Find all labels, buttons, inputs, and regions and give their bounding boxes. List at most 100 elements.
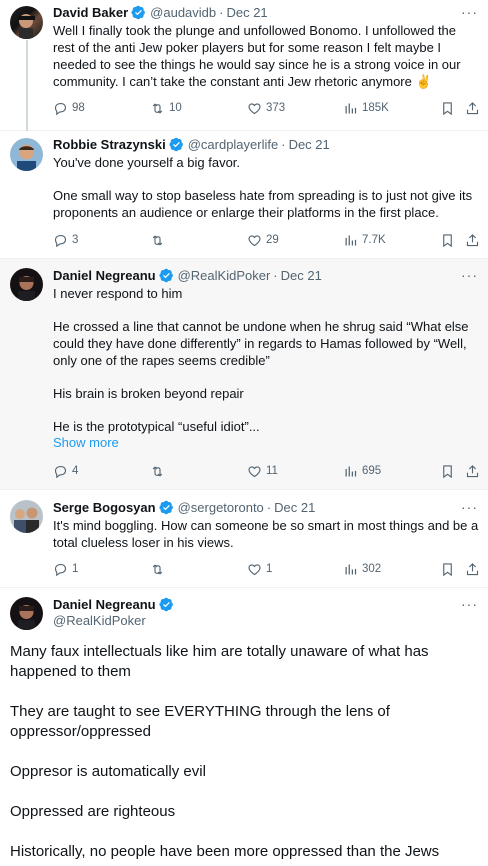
like-icon <box>247 464 262 479</box>
reply-icon <box>53 464 68 479</box>
reply-count: 1 <box>72 563 79 575</box>
tweet-paragraph: One small way to stop baseless hate from… <box>53 188 473 220</box>
like-icon <box>247 101 262 116</box>
tweet-robbie-strazynski[interactable]: Robbie Strazynski @cardplayerlife · Dec … <box>0 131 488 259</box>
bookmark-icon <box>440 464 455 479</box>
thread-connector <box>26 40 28 131</box>
reply-icon <box>53 562 68 577</box>
tweet-paragraph: Well I finally took the plunge and unfol… <box>53 23 461 89</box>
tweet-actions: 4 11 695 <box>53 462 480 480</box>
share-icon <box>465 101 480 116</box>
reply-button[interactable]: 98 <box>53 99 85 117</box>
author-name[interactable]: Daniel Negreanu <box>53 268 156 283</box>
tweet-date[interactable]: Dec 21 <box>281 268 322 283</box>
tweet-actions: 98 10 373 185K <box>53 99 480 117</box>
tweet-paragraph: It's mind boggling. How can someone be s… <box>53 518 479 550</box>
tweet-paragraph: Oppressed are righteous <box>10 803 176 820</box>
bookmark-icon <box>440 101 455 116</box>
reply-icon <box>53 101 68 116</box>
avatar[interactable] <box>10 6 43 39</box>
more-options-icon[interactable]: ··· <box>461 268 478 282</box>
views-count: 695 <box>362 465 382 477</box>
views-button[interactable]: 302 <box>343 560 381 578</box>
share-icon <box>465 562 480 577</box>
show-more-link[interactable]: Show more <box>53 435 119 450</box>
reply-button[interactable]: 4 <box>53 462 78 480</box>
share-button[interactable] <box>465 560 480 578</box>
tweet-daniel-negreanu-reply[interactable]: Daniel Negreanu @RealKidPoker · Dec 21 ·… <box>0 259 488 490</box>
author-name[interactable]: Robbie Strazynski <box>53 137 166 152</box>
views-count: 7.7K <box>362 234 386 246</box>
like-button[interactable]: 11 <box>247 462 278 480</box>
author-name[interactable]: Daniel Negreanu <box>53 597 156 612</box>
tweet-paragraph: You've done yourself a big favor. <box>53 155 241 170</box>
more-options-icon[interactable]: ··· <box>461 597 478 611</box>
like-button[interactable]: 373 <box>247 99 285 117</box>
like-button[interactable]: 1 <box>247 560 272 578</box>
main-tweet-text: Many faux intellectuals like him are tot… <box>10 642 478 866</box>
repost-button[interactable] <box>150 462 169 480</box>
tweet-paragraph: They are taught to see EVERYTHING throug… <box>10 703 390 740</box>
views-count: 302 <box>362 563 382 575</box>
tweet-david-baker[interactable]: David Baker @audavidb · Dec 21 ··· Well … <box>0 0 488 131</box>
avatar[interactable] <box>10 500 43 533</box>
like-button[interactable]: 29 <box>247 231 279 249</box>
share-button[interactable] <box>465 99 480 117</box>
bookmark-button[interactable] <box>440 231 455 249</box>
views-button[interactable]: 7.7K <box>343 231 386 249</box>
reply-icon <box>53 233 68 248</box>
author-name[interactable]: David Baker <box>53 5 128 20</box>
tweet-text: I never respond to him He crossed a line… <box>53 285 480 435</box>
avatar[interactable] <box>10 268 43 301</box>
views-count: 185K <box>362 102 389 114</box>
tweet-date[interactable]: Dec 21 <box>289 137 330 152</box>
reply-count: 3 <box>72 234 79 246</box>
views-icon <box>343 464 358 479</box>
repost-count: 10 <box>169 102 182 114</box>
tweet-paragraph: Oppresor is automatically evil <box>10 763 206 780</box>
repost-button[interactable]: 10 <box>150 99 182 117</box>
tweet-serge-bogosyan[interactable]: Serge Bogosyan @sergetoronto · Dec 21 ··… <box>0 490 488 588</box>
separator-dot: · <box>219 4 224 20</box>
verified-icon <box>159 597 174 612</box>
separator-dot: · <box>273 267 278 283</box>
verified-icon <box>159 268 174 283</box>
views-icon <box>343 562 358 577</box>
more-options-icon[interactable]: ··· <box>461 5 478 19</box>
verified-icon <box>159 500 174 515</box>
repost-icon <box>150 233 165 248</box>
author-handle[interactable]: @sergetoronto <box>178 500 264 515</box>
reply-button[interactable]: 1 <box>53 560 78 578</box>
verified-icon <box>169 137 184 152</box>
avatar[interactable] <box>10 138 43 171</box>
tweet-header: Serge Bogosyan @sergetoronto · Dec 21 ··… <box>53 497 478 517</box>
verified-icon <box>131 5 146 20</box>
bookmark-button[interactable] <box>440 462 455 480</box>
views-button[interactable]: 185K <box>343 99 389 117</box>
share-button[interactable] <box>465 462 480 480</box>
author-handle[interactable]: @RealKidPoker <box>53 613 146 628</box>
bookmark-button[interactable] <box>440 560 455 578</box>
tweet-date[interactable]: Dec 21 <box>274 500 315 515</box>
reply-button[interactable]: 3 <box>53 231 78 249</box>
author-handle[interactable]: @RealKidPoker <box>178 268 271 283</box>
author-handle[interactable]: @cardplayerlife <box>188 137 279 152</box>
share-icon <box>465 464 480 479</box>
reply-count: 4 <box>72 465 79 477</box>
tweet-paragraph: I never respond to him <box>53 286 183 301</box>
author-handle[interactable]: @audavidb <box>150 5 216 20</box>
share-button[interactable] <box>465 231 480 249</box>
repost-icon <box>150 101 165 116</box>
author-name[interactable]: Serge Bogosyan <box>53 500 156 515</box>
repost-button[interactable] <box>150 231 169 249</box>
more-options-icon[interactable]: ··· <box>461 500 478 514</box>
views-button[interactable]: 695 <box>343 462 381 480</box>
tweet-date[interactable]: Dec 21 <box>226 5 267 20</box>
repost-icon <box>150 562 165 577</box>
tweet-text: Well I finally took the plunge and unfol… <box>53 22 480 90</box>
bookmark-button[interactable] <box>440 99 455 117</box>
avatar[interactable] <box>10 597 43 630</box>
tweet-paragraph: He is the prototypical “useful idiot”... <box>53 419 260 434</box>
tweet-header: David Baker @audavidb · Dec 21 ··· <box>53 2 478 22</box>
repost-button[interactable] <box>150 560 169 578</box>
